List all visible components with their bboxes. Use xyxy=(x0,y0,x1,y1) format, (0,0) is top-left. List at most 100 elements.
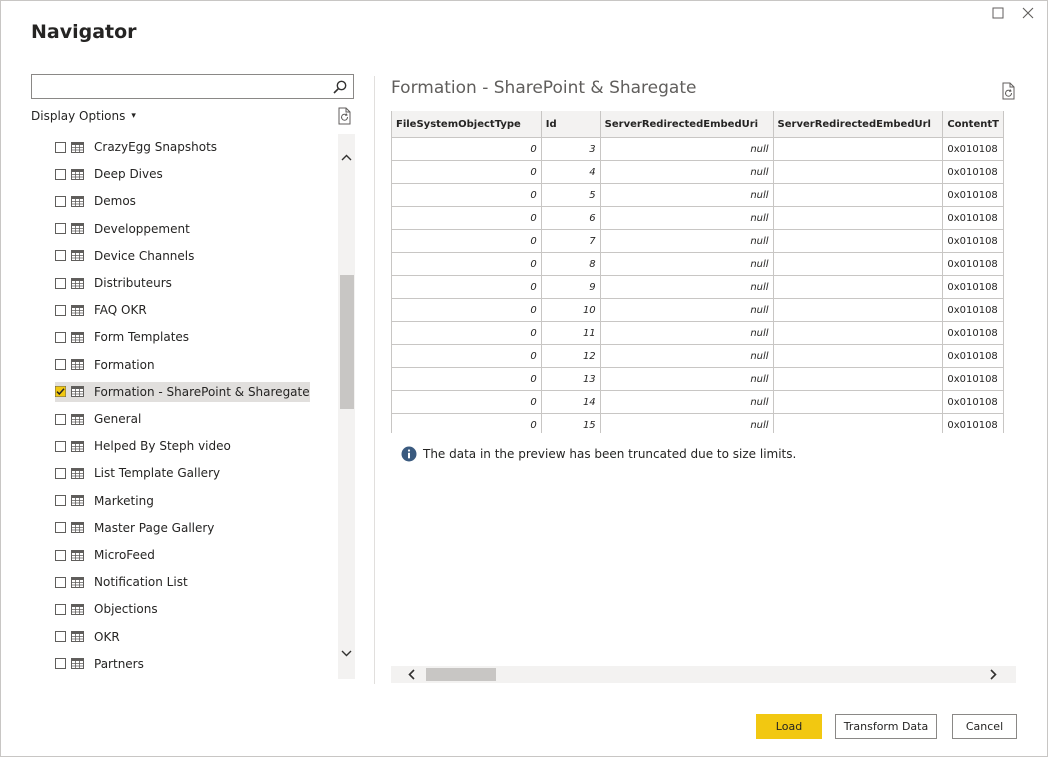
scrollbar-thumb[interactable] xyxy=(426,668,496,681)
checkbox[interactable] xyxy=(55,549,66,561)
chevron-right-icon[interactable] xyxy=(986,668,1000,681)
checkbox[interactable] xyxy=(55,141,66,153)
table-cell xyxy=(773,344,944,368)
table-cell: 12 xyxy=(541,344,601,368)
checkbox[interactable] xyxy=(55,386,66,398)
checkbox[interactable] xyxy=(55,223,66,235)
pane-divider xyxy=(374,76,375,684)
column-header[interactable]: ServerRedirectedEmbedUri xyxy=(600,111,774,138)
nav-item[interactable]: Notification List xyxy=(55,572,188,592)
close-icon[interactable] xyxy=(1018,3,1038,23)
table-cell: 0x010108 xyxy=(942,160,1004,184)
display-options-dropdown[interactable]: Display Options ▾ xyxy=(31,109,136,123)
search-input[interactable] xyxy=(36,76,330,99)
checkbox[interactable] xyxy=(55,495,66,507)
table-cell: 9 xyxy=(541,275,601,299)
checkbox[interactable] xyxy=(55,467,66,479)
checkbox[interactable] xyxy=(55,359,66,371)
table-row: 0 7 null 0x010108 xyxy=(392,229,1004,253)
nav-item[interactable]: Formation - SharePoint & Sharegate xyxy=(55,381,310,402)
table-cell: null xyxy=(600,206,774,230)
chevron-left-icon[interactable] xyxy=(405,668,419,681)
checkbox[interactable] xyxy=(55,304,66,316)
nav-item[interactable]: Objections xyxy=(55,599,158,619)
nav-item[interactable]: Formation xyxy=(55,355,155,375)
cancel-button[interactable]: Cancel xyxy=(952,714,1017,739)
load-button[interactable]: Load xyxy=(756,714,822,739)
nav-item[interactable]: FAQ OKR xyxy=(55,300,147,320)
table-icon xyxy=(71,141,84,153)
restore-icon[interactable] xyxy=(988,3,1008,23)
chevron-up-icon[interactable] xyxy=(339,150,354,165)
table-row: 0 4 null 0x010108 xyxy=(392,160,1004,184)
horizontal-scrollbar[interactable] xyxy=(391,666,1016,683)
checkbox[interactable] xyxy=(55,250,66,262)
nav-item-label: MicroFeed xyxy=(94,548,155,562)
table-cell: 0 xyxy=(392,183,542,207)
table-cell: 8 xyxy=(541,252,601,276)
transform-data-button[interactable]: Transform Data xyxy=(835,714,937,739)
vertical-scrollbar[interactable] xyxy=(338,134,355,679)
table-icon xyxy=(71,386,84,398)
table-cell xyxy=(773,206,944,230)
nav-item[interactable]: General xyxy=(55,409,141,429)
nav-item-label: Formation - SharePoint & Sharegate xyxy=(94,384,310,399)
nav-item[interactable]: Device Channels xyxy=(55,246,194,266)
nav-item[interactable]: Form Templates xyxy=(55,327,189,347)
checkbox[interactable] xyxy=(55,168,66,180)
checkbox[interactable] xyxy=(55,658,66,670)
table-icon xyxy=(71,359,84,371)
nav-item[interactable]: Deep Dives xyxy=(55,164,163,184)
scrollbar-thumb[interactable] xyxy=(340,275,354,409)
nav-item[interactable]: CrazyEgg Snapshots xyxy=(55,137,217,157)
table-cell: 0 xyxy=(392,298,542,322)
column-header[interactable]: Id xyxy=(541,111,601,138)
search-box[interactable] xyxy=(31,74,354,99)
table-icon xyxy=(71,440,84,452)
search-icon[interactable] xyxy=(332,79,348,95)
refresh-icon[interactable] xyxy=(1001,81,1017,101)
checkbox[interactable] xyxy=(55,413,66,425)
nav-item-label: General xyxy=(94,412,142,426)
refresh-icon[interactable] xyxy=(337,107,353,125)
table-cell: 0x010108 xyxy=(942,137,1004,161)
nav-item-label: Notification List xyxy=(94,575,188,590)
nav-item[interactable]: Developpement xyxy=(55,219,190,239)
table-cell: null xyxy=(600,367,774,391)
preview-grid[interactable]: FileSystemObjectType Id ServerRedirectedEm… xyxy=(391,111,1004,433)
table-cell: 0 xyxy=(392,321,542,345)
nav-item[interactable]: MicroFeed xyxy=(55,545,155,565)
table-cell: 0x010108 xyxy=(942,275,1004,299)
navigator-dialog: Navigator Display Options ▾ CrazyEgg Sna… xyxy=(0,0,1048,757)
column-header[interactable]: FileSystemObjectType xyxy=(392,111,542,138)
nav-item[interactable]: Master Page Gallery xyxy=(55,518,214,538)
nav-item-label: List Template Gallery xyxy=(94,466,221,481)
nav-item[interactable]: Distributeurs xyxy=(55,273,172,293)
table-cell: 0x010108 xyxy=(942,413,1004,433)
nav-item[interactable]: Partners xyxy=(55,654,144,674)
checkbox[interactable] xyxy=(55,331,66,343)
table-cell: 3 xyxy=(541,137,601,161)
nav-item[interactable]: Demos xyxy=(55,191,136,211)
checkbox[interactable] xyxy=(55,195,66,207)
nav-item[interactable]: Marketing xyxy=(55,491,154,511)
checkbox[interactable] xyxy=(55,576,66,588)
table-cell: 0 xyxy=(392,252,542,276)
table-cell: 0x010108 xyxy=(942,206,1004,230)
checkbox[interactable] xyxy=(55,522,66,534)
nav-item-label: Formation xyxy=(94,357,155,372)
column-header[interactable]: ServerRedirectedEmbedUrl xyxy=(773,111,944,138)
chevron-down-icon[interactable] xyxy=(339,646,354,661)
column-header[interactable]: ContentT xyxy=(942,111,1004,138)
checkbox[interactable] xyxy=(55,603,66,615)
table-cell: 0x010108 xyxy=(942,321,1004,345)
checkbox[interactable] xyxy=(55,440,66,452)
nav-item[interactable]: OKR xyxy=(55,627,120,647)
checkbox[interactable] xyxy=(55,631,66,643)
table-cell: null xyxy=(600,390,774,414)
nav-item[interactable]: Helped By Steph video xyxy=(55,436,231,456)
table-cell: 0 xyxy=(392,206,542,230)
checkbox[interactable] xyxy=(55,277,66,289)
info-icon xyxy=(401,446,417,462)
nav-item[interactable]: List Template Gallery xyxy=(55,463,220,483)
